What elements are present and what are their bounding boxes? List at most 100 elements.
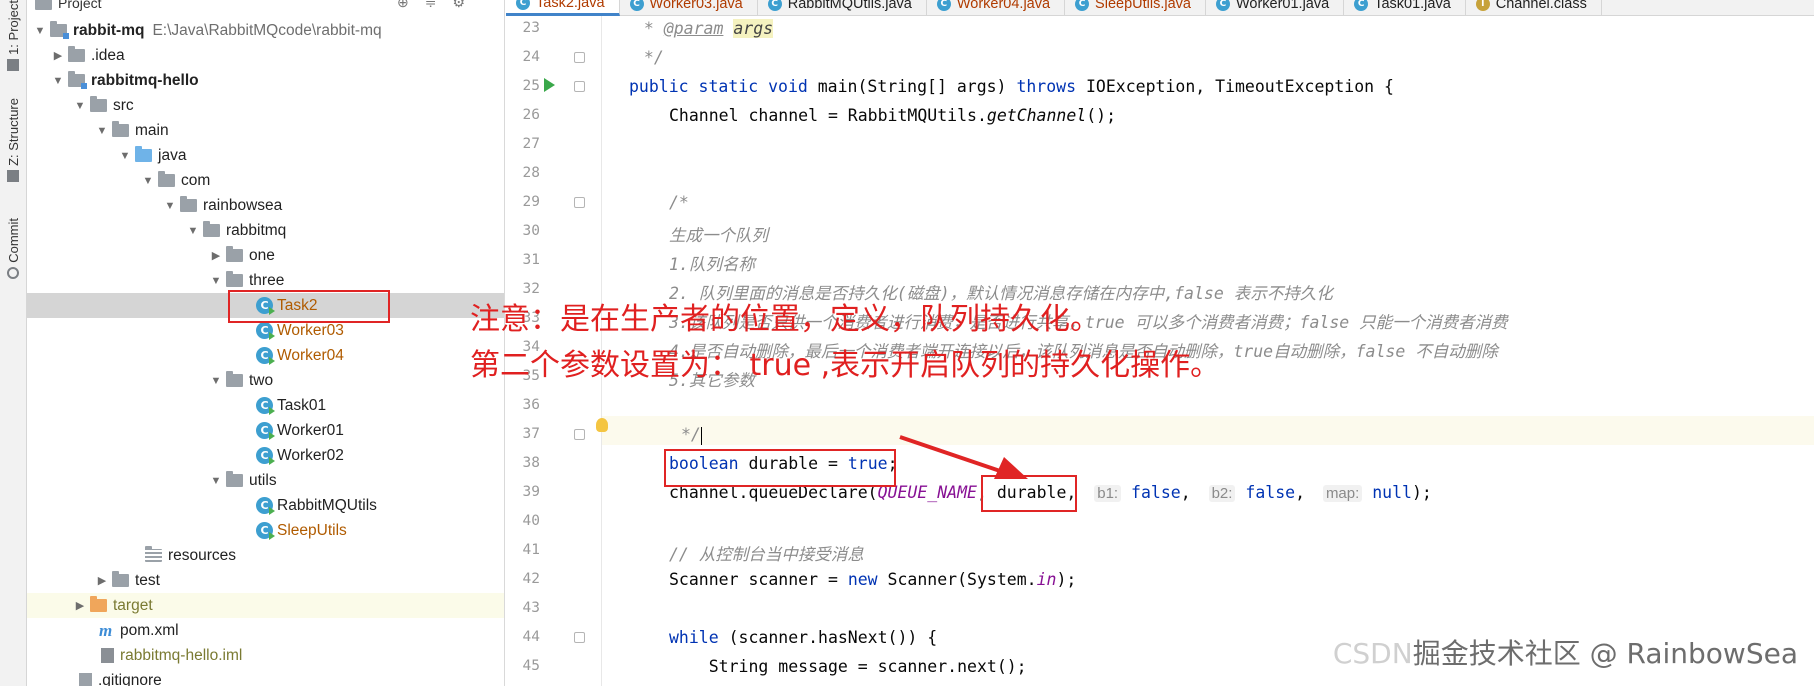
class-icon: C	[256, 347, 275, 365]
tab-structure-tool[interactable]: Z: Structure	[2, 98, 24, 182]
fold-icon[interactable]	[574, 52, 585, 63]
folder-icon	[112, 121, 129, 137]
file-icon	[79, 673, 92, 686]
chevron-right-icon[interactable]: ▶	[209, 249, 223, 262]
fold-icon[interactable]	[574, 632, 585, 643]
tree-item-sleeputils[interactable]: C SleepUtils	[27, 518, 504, 543]
tree-item-worker04[interactable]: C Worker04	[27, 343, 504, 368]
chevron-down-icon[interactable]: ▼	[51, 75, 65, 87]
tab-worker03[interactable]: C Worker03.java	[620, 0, 758, 16]
class-icon: C	[256, 522, 275, 540]
tree-item-rainbowsea[interactable]: ▼ rainbowsea	[27, 193, 504, 218]
chevron-down-icon[interactable]: ▼	[163, 200, 177, 212]
commit-icon	[7, 266, 19, 279]
gear-icon[interactable]: ⚙	[452, 0, 465, 11]
tree-item-label: RabbitMQUtils	[277, 496, 377, 514]
project-tool-label: 1: Project	[5, 0, 21, 55]
tree-item-label: .idea	[91, 46, 125, 64]
tree-item-test[interactable]: ▶ test	[27, 568, 504, 593]
code-line-30: 生成一个队列	[669, 226, 768, 245]
tree-item-resources[interactable]: resources	[27, 543, 504, 568]
text-cursor	[700, 426, 702, 445]
tree-item-gitignore[interactable]: .gitignore	[27, 668, 504, 686]
tab-worker01[interactable]: C Worker01.java	[1206, 0, 1345, 16]
fold-icon[interactable]	[574, 81, 585, 92]
tree-item-label: two	[249, 371, 274, 389]
tree-item-target[interactable]: ▶ target	[27, 593, 504, 618]
tree-item-rabbit-mq[interactable]: ▼ rabbit-mq E:\Java\RabbitMQcode\rabbit-…	[27, 18, 504, 43]
line-number: 37	[522, 426, 540, 442]
interface-icon: I	[1475, 0, 1490, 11]
tab-label: Worker01.java	[1235, 0, 1330, 12]
chevron-down-icon[interactable]: ▼	[209, 375, 223, 387]
tree-item-rabbitmq-hello[interactable]: ▼ rabbitmq-hello	[27, 68, 504, 93]
tree-item-src[interactable]: ▼ src	[27, 93, 504, 118]
tree-item-java[interactable]: ▼ java	[27, 143, 504, 168]
tree-item-iml[interactable]: rabbitmq-hello.iml	[27, 643, 504, 668]
chevron-down-icon[interactable]: ▼	[186, 225, 200, 237]
chevron-down-icon[interactable]: ▼	[118, 150, 132, 162]
tab-task2[interactable]: C Task2.java	[506, 0, 620, 16]
tree-item-utils[interactable]: ▼ utils	[27, 468, 504, 493]
tab-commit-tool[interactable]: Commit	[2, 218, 24, 279]
lightbulb-icon[interactable]	[596, 418, 608, 432]
chevron-down-icon[interactable]: ▼	[141, 175, 155, 187]
line-number: 40	[522, 513, 540, 529]
project-panel-title: Project	[58, 0, 102, 11]
fold-icon[interactable]	[574, 197, 585, 208]
package-icon	[226, 246, 243, 262]
locate-icon[interactable]: ⊕	[397, 0, 409, 11]
chevron-right-icon[interactable]: ▶	[95, 574, 109, 587]
maven-icon: m	[99, 620, 113, 640]
line-number: 24	[522, 49, 540, 65]
chevron-right-icon[interactable]: ▶	[51, 49, 65, 62]
run-icon[interactable]	[544, 78, 555, 92]
structure-icon	[7, 169, 19, 182]
tree-item-rabbitmq[interactable]: ▼ rabbitmq	[27, 218, 504, 243]
tab-rabbitmqutils[interactable]: C RabbitMQUtils.java	[758, 0, 927, 16]
tree-item-idea[interactable]: ▶ .idea	[27, 43, 504, 68]
folder-icon	[112, 571, 129, 587]
tree-item-pom[interactable]: m pom.xml	[27, 618, 504, 643]
chevron-down-icon[interactable]: ▼	[209, 475, 223, 487]
tree-item-main[interactable]: ▼ main	[27, 118, 504, 143]
tree-item-rabbitmqutils[interactable]: C RabbitMQUtils	[27, 493, 504, 518]
tree-item-worker02[interactable]: C Worker02	[27, 443, 504, 468]
chevron-down-icon[interactable]: ▼	[95, 125, 109, 137]
annotation-arrow	[899, 435, 1028, 479]
tree-item-com[interactable]: ▼ com	[27, 168, 504, 193]
fold-icon[interactable]	[574, 429, 585, 440]
tab-worker04[interactable]: C Worker04.java	[927, 0, 1066, 16]
package-icon	[158, 171, 175, 187]
commit-tool-label: Commit	[5, 218, 21, 263]
tab-sleeputils[interactable]: C SleepUtils.java	[1065, 0, 1206, 16]
chevron-down-icon[interactable]: ▼	[209, 275, 223, 287]
tree-item-label: Task01	[277, 396, 327, 414]
tree-item-worker01[interactable]: C Worker01	[27, 418, 504, 443]
collapse-icon[interactable]: ≑	[425, 0, 437, 11]
tree-item-two[interactable]: ▼ two	[27, 368, 504, 393]
tree-item-task01[interactable]: C Task01	[27, 393, 504, 418]
tab-channel-class[interactable]: I Channel.class	[1466, 0, 1602, 16]
param-hint: b2:	[1208, 485, 1236, 502]
code-line-31: 1.队列名称	[669, 255, 755, 274]
tree-item-one[interactable]: ▶ one	[27, 243, 504, 268]
tab-label: Worker04.java	[956, 0, 1051, 12]
param-hint: b1:	[1094, 485, 1122, 502]
structure-tool-label: Z: Structure	[5, 98, 21, 166]
tab-task01[interactable]: C Task01.java	[1344, 0, 1466, 16]
package-icon	[226, 371, 243, 387]
tree-item-label: .gitignore	[98, 671, 162, 686]
chevron-right-icon[interactable]: ▶	[73, 599, 87, 612]
tree-item-label: one	[249, 246, 275, 264]
tree-item-label: three	[249, 271, 285, 289]
class-icon: C	[256, 322, 275, 340]
annotation-box-task2	[228, 290, 390, 323]
tab-project-tool[interactable]: 1: Project	[2, 0, 24, 71]
tree-item-label: SleepUtils	[277, 521, 347, 539]
chevron-down-icon[interactable]: ▼	[33, 25, 47, 37]
code-line-44: while (scanner.hasNext()) {	[669, 628, 938, 647]
module-folder-icon	[50, 21, 69, 39]
chevron-down-icon[interactable]: ▼	[73, 100, 87, 112]
project-panel: Project ⊕ ≑ ⚙ ▼ rabbit-mq E:\Java\Rabbit…	[27, 0, 505, 686]
